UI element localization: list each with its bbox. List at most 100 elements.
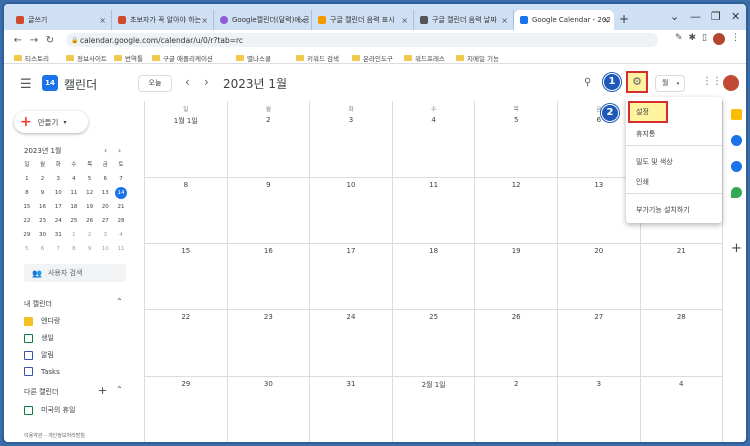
day-number[interactable]: 5 <box>475 116 557 124</box>
tab-search-icon[interactable]: ⌄ <box>670 10 679 23</box>
collapse-icon[interactable]: ⌃ <box>116 297 123 306</box>
main-menu-icon[interactable]: ☰ <box>20 77 32 92</box>
day-cell[interactable]: 10 <box>310 178 393 243</box>
mini-day[interactable]: 3 <box>50 173 66 187</box>
day-number[interactable]: 2 <box>475 380 557 388</box>
day-cell[interactable]: 21 <box>641 244 723 309</box>
mini-day[interactable]: 13 <box>97 187 113 201</box>
sidepanel-icon[interactable]: ▯ <box>702 33 707 45</box>
view-selector[interactable]: 월 ▾ <box>655 75 685 92</box>
day-number[interactable]: 4 <box>641 380 722 388</box>
extension-icon[interactable]: ✱ <box>689 33 697 45</box>
maps-icon[interactable] <box>731 187 742 198</box>
search-icon[interactable]: ⚲ <box>584 77 591 88</box>
mini-prev-icon[interactable]: ‹ <box>104 146 107 155</box>
checkbox[interactable] <box>24 316 33 326</box>
menu-item-trash[interactable]: 휴지통 <box>626 129 722 139</box>
mini-day[interactable]: 28 <box>113 215 129 229</box>
mini-day[interactable]: 1 <box>66 229 82 243</box>
close-icon[interactable]: × <box>99 16 106 25</box>
mini-day[interactable]: 11 <box>113 243 129 257</box>
mini-day[interactable]: 8 <box>19 187 35 201</box>
browser-tab-1[interactable]: 글쓰기 × <box>10 10 112 30</box>
day-cell[interactable]: 25 <box>393 310 476 376</box>
mini-day[interactable]: 29 <box>19 229 35 243</box>
day-number[interactable]: 4 <box>393 116 475 124</box>
mini-day[interactable]: 10 <box>97 243 113 257</box>
day-number[interactable]: 1월 1일 <box>145 116 227 126</box>
collapse-icon[interactable]: ⌃ <box>116 385 123 394</box>
day-number[interactable]: 12 <box>475 181 557 189</box>
day-cell[interactable]: 15 <box>145 244 228 309</box>
settings-gear-icon[interactable]: ⚙ <box>626 71 648 93</box>
menu-icon[interactable]: ⋮ <box>731 33 740 45</box>
my-calendars-title[interactable]: 내 캘린더 <box>24 299 52 309</box>
day-cell[interactable]: 2 <box>475 377 558 442</box>
day-number[interactable]: 29 <box>145 380 227 388</box>
maximize-icon[interactable]: ❐ <box>711 10 721 23</box>
browser-tab-6-active[interactable]: Google Calendar - 202 × <box>514 10 614 30</box>
mini-next-icon[interactable]: › <box>118 146 121 155</box>
mini-day[interactable]: 26 <box>82 215 98 229</box>
add-addon-icon[interactable]: + <box>731 241 742 256</box>
browser-tab-4[interactable]: 구글 캘린더 음력 표시 × <box>312 10 414 30</box>
day-number[interactable]: 30 <box>228 380 310 388</box>
day-cell[interactable]: 월2 <box>228 101 311 177</box>
next-month-icon[interactable]: › <box>204 75 209 89</box>
mini-day[interactable]: 23 <box>35 215 51 229</box>
mini-day[interactable]: 2 <box>82 229 98 243</box>
contacts-icon[interactable] <box>731 161 742 172</box>
day-cell[interactable]: 11 <box>393 178 476 243</box>
day-number[interactable]: 22 <box>145 313 227 321</box>
mini-day[interactable]: 9 <box>82 243 98 257</box>
day-number[interactable]: 15 <box>145 247 227 255</box>
avatar[interactable] <box>723 75 739 91</box>
close-icon[interactable]: × <box>501 16 508 25</box>
bookmark-item[interactable]: 정보사이트 <box>66 53 107 63</box>
day-cell[interactable]: 31 <box>310 377 393 442</box>
mini-day[interactable]: 31 <box>50 229 66 243</box>
mini-day[interactable]: 24 <box>50 215 66 229</box>
bookmark-item[interactable]: 워드프레스 <box>404 53 445 63</box>
day-number[interactable]: 11 <box>393 181 475 189</box>
day-number[interactable]: 18 <box>393 247 475 255</box>
mini-day[interactable]: 4 <box>113 229 129 243</box>
mini-day[interactable]: 20 <box>97 201 113 215</box>
address-bar[interactable]: 🔒 calendar.google.com/calendar/u/0/r?tab… <box>66 33 658 47</box>
checkbox[interactable] <box>24 367 33 376</box>
day-cell[interactable]: 30 <box>228 377 311 442</box>
calendar-item[interactable]: Tasks <box>24 367 60 376</box>
day-cell[interactable]: 4 <box>641 377 723 442</box>
mini-day[interactable]: 15 <box>19 201 35 215</box>
close-icon[interactable]: × <box>201 16 208 25</box>
keep-icon[interactable] <box>731 109 742 120</box>
mini-day[interactable]: 18 <box>66 201 82 215</box>
bookmark-item[interactable]: 키워드 검색 <box>296 53 339 63</box>
day-cell[interactable]: 12 <box>475 178 558 243</box>
day-cell[interactable]: 화3 <box>310 101 393 177</box>
day-cell[interactable]: 16 <box>228 244 311 309</box>
day-cell[interactable]: 목5 <box>475 101 558 177</box>
close-icon[interactable]: × <box>401 16 408 25</box>
back-icon[interactable]: ← <box>10 35 26 46</box>
day-cell[interactable]: 23 <box>228 310 311 376</box>
day-cell[interactable]: 20 <box>558 244 641 309</box>
browser-tab-2[interactable]: 초보자가 꼭 알아야 하는 × <box>112 10 214 30</box>
calendar-item[interactable]: 미국의 휴일 <box>24 405 75 415</box>
mini-day[interactable]: 5 <box>82 173 98 187</box>
day-number[interactable]: 19 <box>475 247 557 255</box>
day-cell[interactable]: 2월 1일 <box>393 377 476 442</box>
day-number[interactable]: 17 <box>310 247 392 255</box>
mini-day[interactable]: 17 <box>50 201 66 215</box>
bookmark-item[interactable]: 번역툴 <box>114 53 143 63</box>
footer-links[interactable]: 이용약관 – 개인정보처리방침 <box>24 432 85 439</box>
day-number[interactable]: 10 <box>310 181 392 189</box>
tasks-icon[interactable] <box>731 135 742 146</box>
mini-day[interactable]: 3 <box>97 229 113 243</box>
prev-month-icon[interactable]: ‹ <box>185 75 190 89</box>
today-button[interactable]: 오늘 <box>138 75 172 92</box>
day-cell[interactable]: 3 <box>558 377 641 442</box>
user-search-input[interactable]: 👥 사용자 검색 <box>24 264 126 282</box>
mini-day[interactable]: 12 <box>82 187 98 201</box>
day-cell[interactable]: 9 <box>228 178 311 243</box>
